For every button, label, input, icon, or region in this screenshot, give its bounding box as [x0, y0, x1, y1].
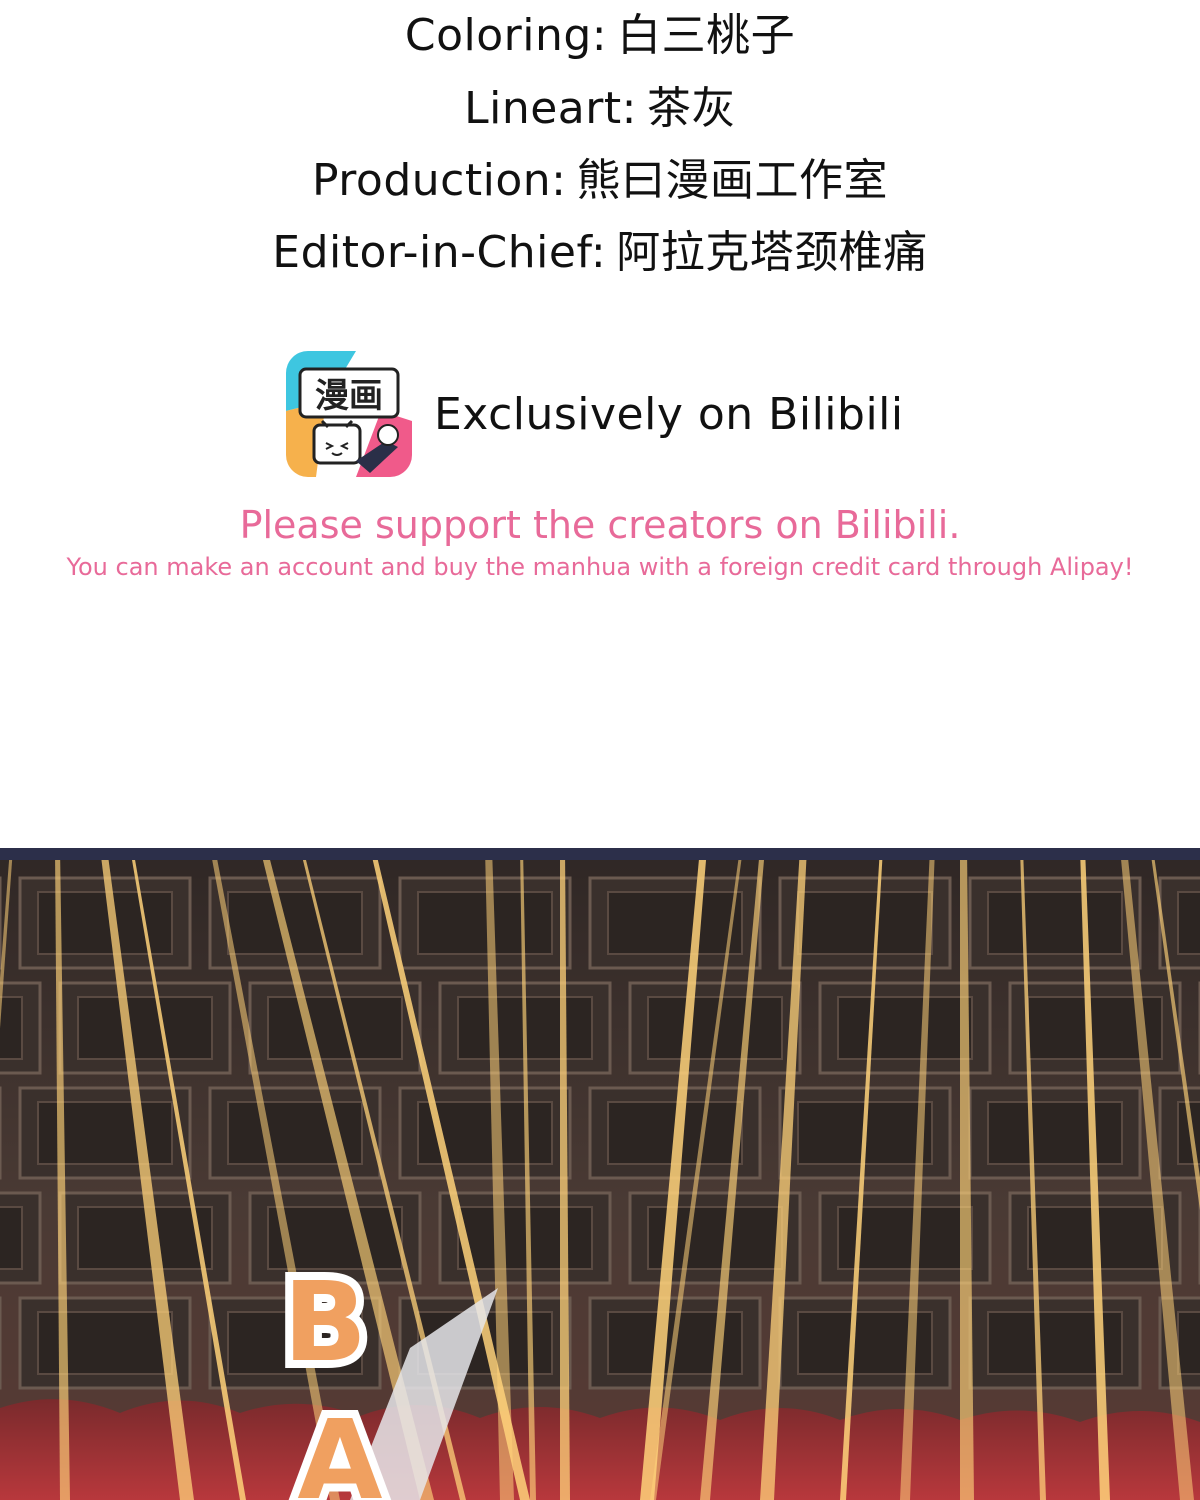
- ceiling-coffer-inner: [267, 996, 403, 1060]
- credit-coloring: Coloring: 白三桃子: [0, 8, 1200, 64]
- credit-value: 阿拉克塔颈椎痛: [616, 227, 928, 278]
- credit-production: Production: 熊曰漫画工作室: [0, 153, 1200, 209]
- credit-value: 白三桃子: [617, 10, 796, 61]
- ceiling-coffer-inner: [227, 891, 363, 955]
- credit-label: Lineart:: [464, 83, 637, 134]
- exclusive-text: Exclusively on Bilibili: [434, 388, 904, 440]
- ceiling-coffer-inner: [607, 891, 743, 955]
- ceiling-coffer-inner: [0, 996, 23, 1060]
- svg-text:A: A: [297, 1396, 382, 1500]
- ceiling-coffer-inner: [837, 996, 973, 1060]
- support-subtext: You can make an account and buy the manh…: [66, 553, 1134, 581]
- ceiling-coffer-inner: [1177, 1311, 1200, 1375]
- ceiling-coffer-inner: [0, 1206, 23, 1270]
- ceiling-coffer-inner: [987, 1101, 1123, 1165]
- ceiling-coffer-inner: [987, 891, 1123, 955]
- credit-value: 熊曰漫画工作室: [576, 155, 888, 206]
- ceiling-coffer-inner: [797, 891, 933, 955]
- ceiling-coffer-inner: [77, 1206, 213, 1270]
- sfx-letter-b: B B: [275, 1250, 375, 1394]
- panel-frame-top: [0, 848, 1200, 860]
- credit-lineart: Lineart: 茶灰: [0, 81, 1200, 137]
- ceiling-coffer-inner: [77, 996, 213, 1060]
- credit-label: Production:: [312, 155, 567, 206]
- credit-label: Editor-in-Chief:: [272, 227, 607, 278]
- ceiling-coffer-inner: [37, 1311, 173, 1375]
- ceiling-coffer-inner: [1177, 891, 1200, 955]
- ceiling-coffer-inner: [417, 891, 553, 955]
- exclusive-banner: 漫画 Exclusively on Bilibili: [286, 350, 904, 478]
- credit-editor-in-chief: Editor-in-Chief: 阿拉克塔颈椎痛: [0, 225, 1200, 281]
- sfx-letter-a: A A: [289, 1388, 390, 1500]
- bilibili-manga-app-icon: 漫画: [286, 351, 412, 477]
- svg-text:B: B: [283, 1258, 367, 1386]
- comic-panel-art: B B A A: [0, 848, 1200, 1500]
- support-message: Please support the creators on Bilibili.: [239, 503, 961, 547]
- comic-panel: B B A A: [0, 848, 1200, 1500]
- credit-label: Coloring:: [404, 10, 608, 61]
- credit-value: 茶灰: [646, 83, 736, 134]
- svg-text:漫画: 漫画: [315, 376, 383, 416]
- ceiling-coffer-inner: [457, 1206, 593, 1270]
